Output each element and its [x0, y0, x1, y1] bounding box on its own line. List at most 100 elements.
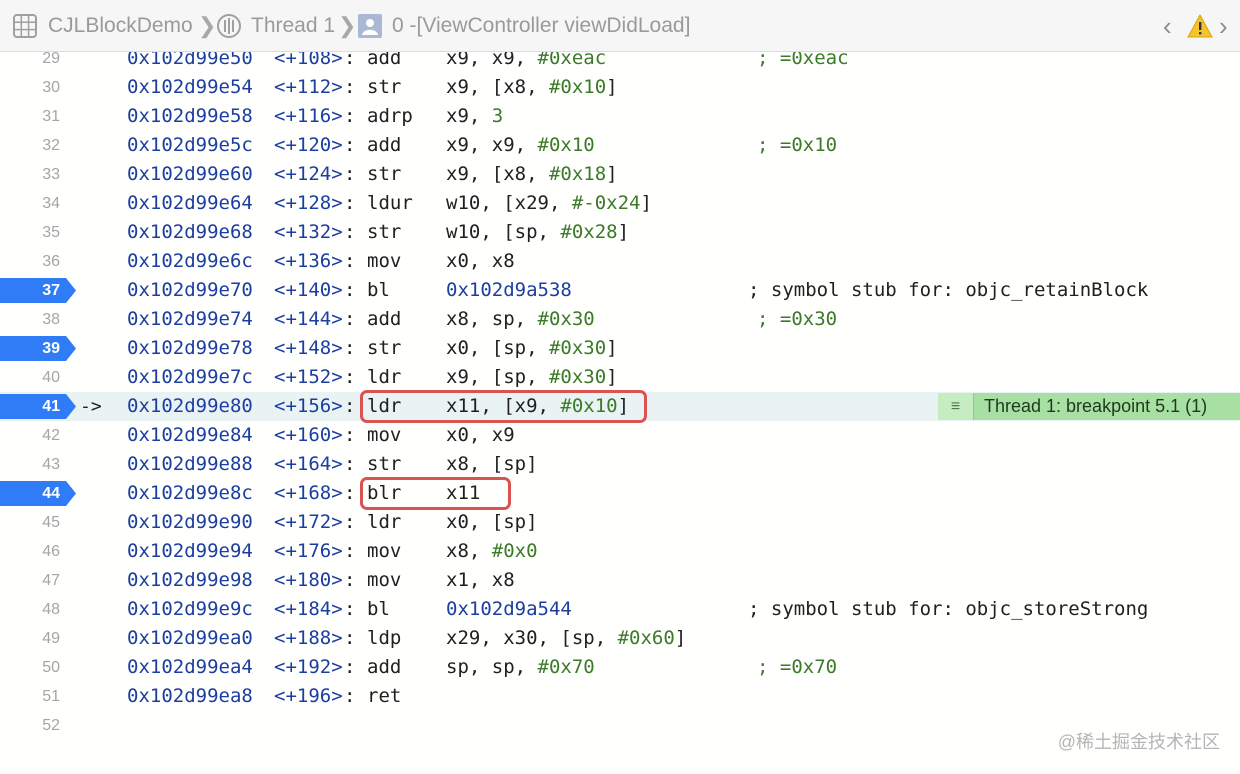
instruction-address: 0x102d99e60 [127, 163, 253, 185]
warning-icon[interactable] [1187, 13, 1213, 39]
separator: : [344, 424, 356, 446]
menu-icon[interactable]: ≡ [938, 393, 974, 420]
code-line[interactable]: 44 0x102d99e8c <+168>: blr x11 [0, 479, 1240, 508]
disassembly-editor[interactable]: 29 0x102d99e50 <+108>: add x9, x9, #0xeac ; =… [0, 52, 1240, 774]
code-line[interactable]: 47 0x102d99e98 <+180>: mov x1, x8 [0, 566, 1240, 595]
line-number[interactable]: 37 [0, 276, 60, 305]
separator: : [344, 105, 356, 127]
separator: : [344, 52, 356, 69]
instruction-offset: <+132> [274, 221, 343, 243]
instruction-offset: <+144> [274, 308, 343, 330]
separator: : [344, 192, 356, 214]
instruction-operands: 0x102d9a538 [446, 279, 572, 301]
instruction-address: 0x102d99e98 [127, 569, 253, 591]
separator: : [344, 366, 356, 388]
code-line[interactable]: 42 0x102d99e84 <+160>: mov x0, x9 [0, 421, 1240, 450]
instruction-mnemonic: adrp [367, 105, 413, 127]
code-line[interactable]: 40 0x102d99e7c <+152>: ldr x9, [sp, #0x30] [0, 363, 1240, 392]
code-line[interactable]: 43 0x102d99e88 <+164>: str x8, [sp] [0, 450, 1240, 479]
jumpbar-project[interactable]: CJLBlockDemo [48, 12, 193, 40]
code-line[interactable]: 50 0x102d99ea4 <+192>: add sp, sp, #0x70 ; =0… [0, 653, 1240, 682]
instruction-address: 0x102d99e70 [127, 279, 253, 301]
instruction-comment: ; symbol stub for: objc_storeStrong [748, 598, 1149, 620]
instruction-offset: <+124> [274, 163, 343, 185]
separator: : [344, 656, 356, 678]
instruction-offset: <+112> [274, 76, 343, 98]
instruction-address: 0x102d99e50 [127, 52, 253, 69]
chevron-right-nav-icon[interactable]: › [1219, 12, 1228, 40]
instruction-operands: x0, x9 [446, 424, 515, 446]
code-line[interactable]: 31 0x102d99e58 <+116>: adrp x9, 3 [0, 102, 1240, 131]
code-line[interactable]: 39 0x102d99e78 <+148>: str x0, [sp, #0x30] [0, 334, 1240, 363]
code-line[interactable]: 33 0x102d99e60 <+124>: str x9, [x8, #0x18] [0, 160, 1240, 189]
project-grid-icon[interactable] [12, 13, 38, 39]
line-number: 32 [42, 137, 60, 154]
code-line[interactable]: 52 [0, 711, 1240, 740]
code-line[interactable]: 35 0x102d99e68 <+132>: str w10, [sp, #0x28] [0, 218, 1240, 247]
code-line[interactable]: 34 0x102d99e64 <+128>: ldur w10, [x29, #-0x2… [0, 189, 1240, 218]
line-number: 45 [42, 514, 60, 531]
instruction-operands: x0, [sp, #0x30] [446, 337, 618, 359]
instruction-mnemonic: mov [367, 250, 402, 272]
code-line[interactable]: 32 0x102d99e5c <+120>: add x9, x9, #0x10 ; =0… [0, 131, 1240, 160]
code-line[interactable]: 48 0x102d99e9c <+184>: bl 0x102d9a544 ; symbo… [0, 595, 1240, 624]
instruction-mnemonic: mov [367, 540, 402, 562]
code-line[interactable]: 30 0x102d99e54 <+112>: str x9, [x8, #0x10] [0, 73, 1240, 102]
line-number[interactable]: 39 [0, 334, 60, 363]
instruction-operands: x9, x9, #0x10 [446, 134, 595, 156]
stack-frame-icon[interactable] [357, 13, 383, 39]
line-number: 47 [42, 572, 60, 589]
separator: : [344, 395, 356, 417]
line-number: 36 [42, 253, 60, 270]
instruction-offset: <+176> [274, 540, 343, 562]
instruction-mnemonic: add [367, 656, 402, 678]
jump-bar: CJLBlockDemo ❯ Thread 1 ❯ 0 -[ViewContro… [0, 0, 1240, 52]
code-line[interactable]: 51 0x102d99ea8 <+196>: ret [0, 682, 1240, 711]
separator: : [344, 250, 356, 272]
instruction-address: 0x102d99e6c [127, 250, 253, 272]
instruction-operands: x8, #0x0 [446, 540, 538, 562]
code-line[interactable]: 36 0x102d99e6c <+136>: mov x0, x8 [0, 247, 1240, 276]
instruction-offset: <+168> [274, 482, 343, 504]
separator: : [344, 163, 356, 185]
line-number: 42 [42, 427, 60, 444]
instruction-address: 0x102d99e58 [127, 105, 253, 127]
instruction-mnemonic: ldp [367, 627, 402, 649]
instruction-operands: x9, [x8, #0x10] [446, 76, 618, 98]
instruction-address: 0x102d99e80 [127, 395, 253, 417]
instruction-offset: <+180> [274, 569, 343, 591]
code-line[interactable]: 29 0x102d99e50 <+108>: add x9, x9, #0xeac ; =… [0, 52, 1240, 73]
instruction-address: 0x102d99e54 [127, 76, 253, 98]
thread-icon[interactable] [216, 13, 242, 39]
breakpoint-hit-label[interactable]: ≡ Thread 1: breakpoint 5.1 (1) [938, 393, 1240, 420]
instruction-mnemonic: bl [367, 598, 390, 620]
jumpbar-thread[interactable]: Thread 1 [251, 12, 335, 40]
separator: : [344, 76, 356, 98]
instruction-mnemonic: mov [367, 569, 402, 591]
line-number: 40 [42, 369, 60, 386]
instruction-address: 0x102d99e90 [127, 511, 253, 533]
instruction-offset: <+192> [274, 656, 343, 678]
instruction-mnemonic: mov [367, 424, 402, 446]
line-number: 52 [42, 717, 60, 734]
code-line[interactable]: 45 0x102d99e90 <+172>: ldr x0, [sp] [0, 508, 1240, 537]
separator: : [344, 511, 356, 533]
instruction-offset: <+148> [274, 337, 343, 359]
instruction-mnemonic: ldur [367, 192, 413, 214]
line-number[interactable]: 41 [0, 392, 60, 421]
instruction-operands: x9, [sp, #0x30] [446, 366, 618, 388]
jumpbar-frame[interactable]: 0 -[ViewController viewDidLoad] [392, 12, 690, 40]
instruction-address: 0x102d99e7c [127, 366, 253, 388]
code-line[interactable]: 37 0x102d99e70 <+140>: bl 0x102d9a538 ; symbo… [0, 276, 1240, 305]
line-number: 50 [42, 659, 60, 676]
instruction-mnemonic: ldr [367, 511, 402, 533]
code-line[interactable]: 38 0x102d99e74 <+144>: add x8, sp, #0x30 ; =0… [0, 305, 1240, 334]
line-number: 34 [42, 195, 60, 212]
chevron-left-icon[interactable]: ‹ [1163, 12, 1172, 40]
instruction-mnemonic: bl [367, 279, 390, 301]
line-number: 43 [42, 456, 60, 473]
code-line[interactable]: 46 0x102d99e94 <+176>: mov x8, #0x0 [0, 537, 1240, 566]
instruction-mnemonic: add [367, 52, 402, 69]
code-line[interactable]: 49 0x102d99ea0 <+188>: ldp x29, x30, [sp, #0… [0, 624, 1240, 653]
line-number[interactable]: 44 [0, 479, 60, 508]
